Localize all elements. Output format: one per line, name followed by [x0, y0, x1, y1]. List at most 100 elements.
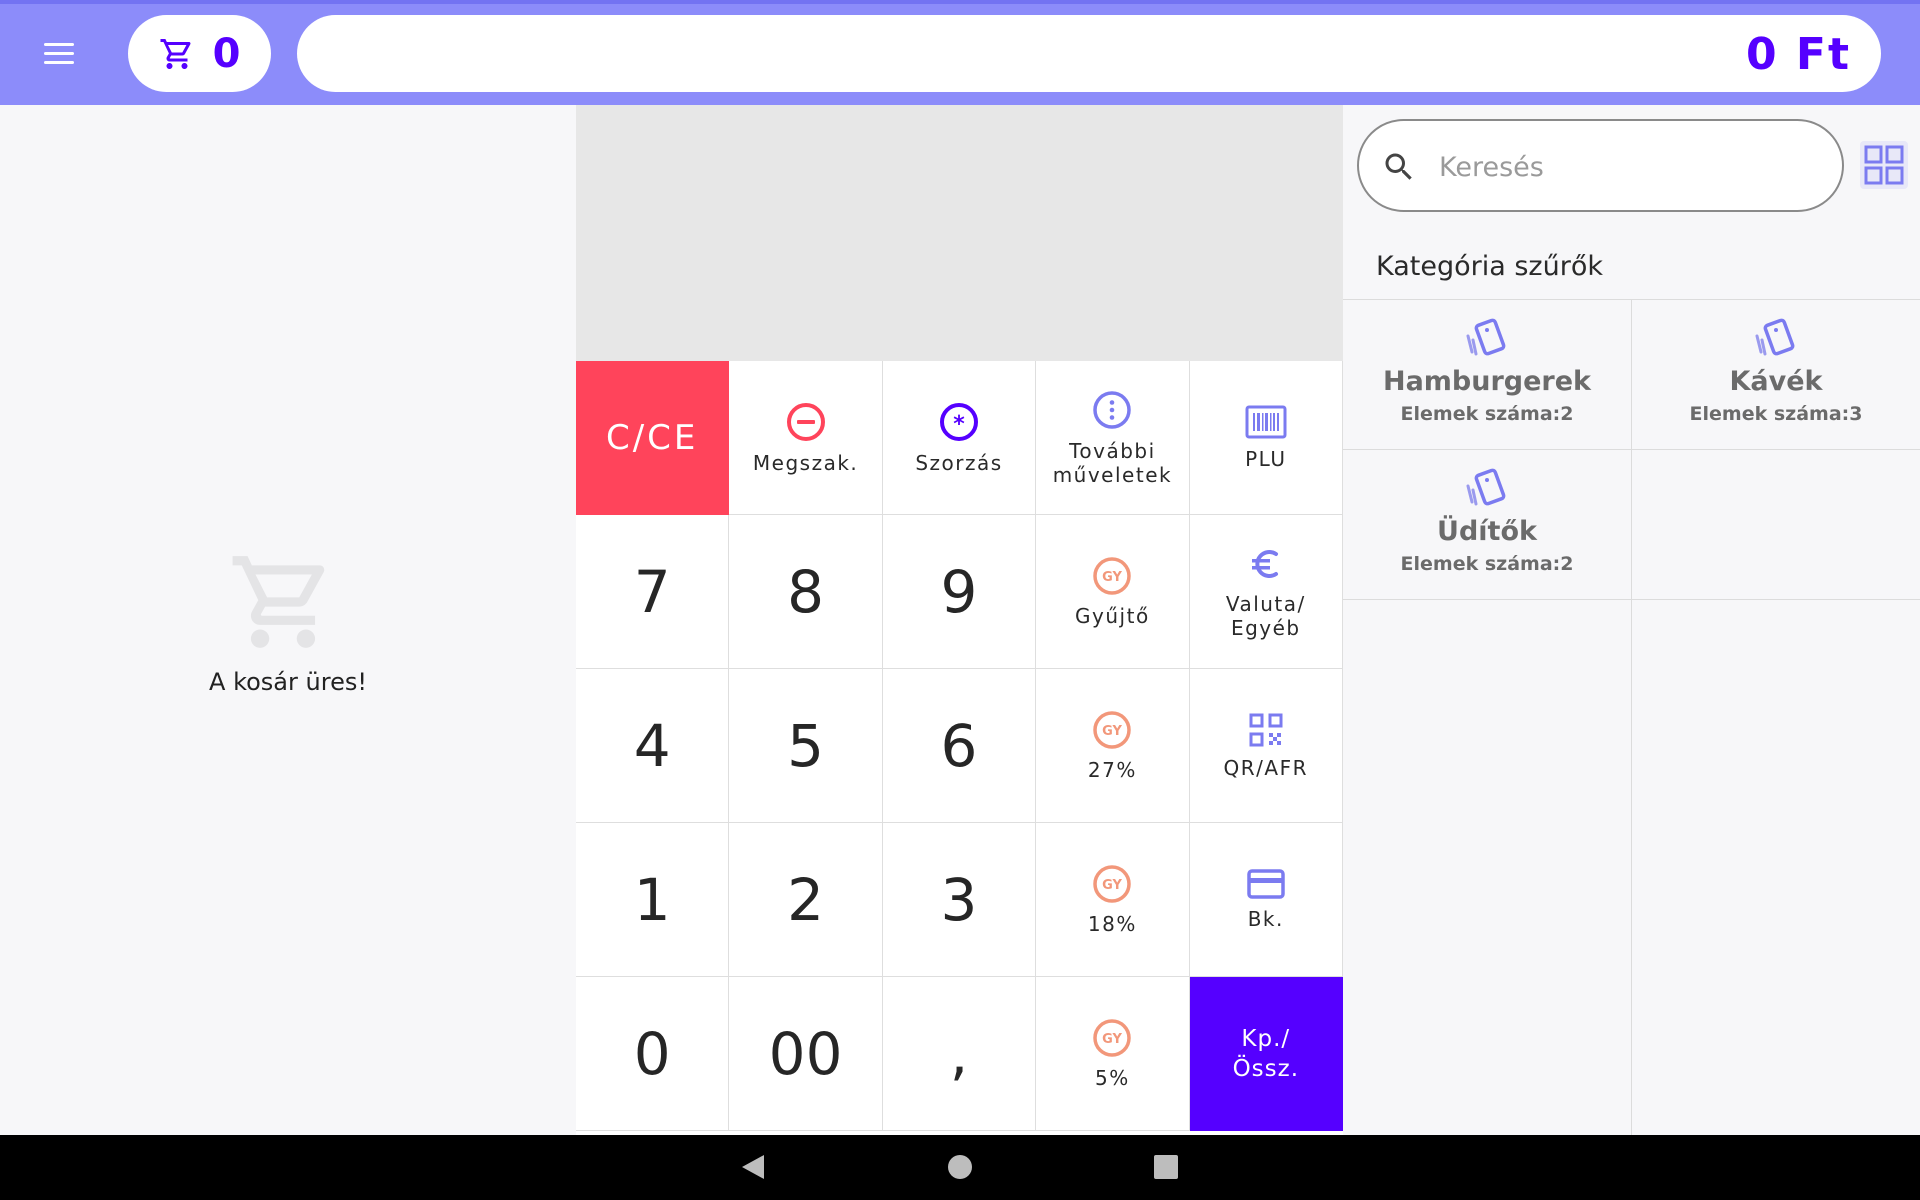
key-00-label: 00 — [768, 1019, 843, 1088]
key-comma[interactable]: , — [882, 977, 1037, 1131]
category-name: Kávék — [1729, 366, 1823, 397]
collector-button[interactable]: GY Gyűjtő — [1036, 515, 1190, 669]
key-6-label: 6 — [940, 711, 978, 780]
clear-label: C/CE — [605, 417, 699, 458]
key-4[interactable]: 4 — [576, 669, 730, 823]
more-vertical-circle-icon — [1093, 390, 1132, 429]
currency-button[interactable]: Valuta/ Egyéb — [1189, 515, 1343, 669]
category-tile-hamburgerek[interactable]: Hamburgerek Elemek száma:2 — [1343, 300, 1631, 450]
recents-icon[interactable] — [1148, 1149, 1184, 1185]
category-name: Hamburgerek — [1382, 366, 1592, 397]
home-icon[interactable] — [942, 1149, 978, 1185]
back-icon[interactable] — [736, 1149, 772, 1185]
entry-display — [576, 105, 1343, 361]
vat-18-button[interactable]: GY 18% — [1036, 823, 1190, 977]
total-display: 0 Ft — [297, 15, 1881, 92]
cart-panel: A kosár üres! — [0, 105, 576, 1135]
cards-icon — [1755, 318, 1795, 356]
key-00[interactable]: 00 — [729, 977, 883, 1131]
gy-badge-text: GY — [1102, 1032, 1122, 1047]
vat-27-label: 27% — [1087, 757, 1137, 782]
cancel-button[interactable]: Megszak. — [729, 361, 883, 515]
menu-button[interactable] — [38, 34, 78, 74]
collector-label: Gyűjtő — [1075, 603, 1150, 628]
key-7-label: 7 — [633, 557, 671, 626]
clear-button[interactable]: C/CE — [576, 361, 730, 515]
vat-18-label: 18% — [1087, 911, 1137, 936]
gy-badge-icon: GY — [1093, 864, 1132, 903]
menu-icon-line — [44, 43, 74, 46]
category-filters-title: Kategória szűrők — [1376, 251, 1603, 282]
qr-afr-button[interactable]: QR/AFR — [1189, 669, 1343, 823]
card-payment-button[interactable]: Bk. — [1189, 823, 1343, 977]
cash-total-button[interactable]: Kp./ Össz. — [1189, 977, 1343, 1131]
search-box[interactable] — [1357, 119, 1844, 212]
cards-icon — [1466, 318, 1506, 356]
key-8[interactable]: 8 — [729, 515, 883, 669]
currency-label: Valuta/ Egyéb — [1225, 591, 1306, 640]
total-amount: 0 Ft — [1745, 29, 1851, 80]
key-0[interactable]: 0 — [576, 977, 730, 1131]
key-6[interactable]: 6 — [882, 669, 1037, 823]
grid-view-icon[interactable] — [1860, 141, 1908, 189]
asterisk-circle-icon: * — [939, 402, 978, 441]
multiply-button[interactable]: * Szorzás — [882, 361, 1037, 515]
category-tile-kavek[interactable]: Kávék Elemek száma:3 — [1632, 300, 1920, 450]
gy-badge-text: GY — [1102, 570, 1122, 585]
key-8-label: 8 — [787, 557, 825, 626]
key-7[interactable]: 7 — [576, 515, 730, 669]
euro-icon — [1251, 549, 1278, 578]
qr-afr-label: QR/AFR — [1223, 755, 1309, 780]
keypad: C/CE Megszak. * Szorzás További művelete… — [576, 361, 1343, 1135]
more-operations-button[interactable]: További műveletek — [1036, 361, 1190, 515]
system-navigation-bar — [0, 1135, 1920, 1200]
key-1[interactable]: 1 — [576, 823, 730, 977]
top-bar-edge — [0, 0, 1920, 4]
plu-button[interactable]: PLU — [1189, 361, 1343, 515]
minus-circle-icon — [786, 402, 825, 441]
gy-badge-icon: GY — [1093, 556, 1132, 595]
gy-badge-icon: GY — [1093, 1018, 1132, 1057]
key-comma-label: , — [949, 1019, 969, 1088]
barcode-icon — [1245, 405, 1287, 438]
key-9[interactable]: 9 — [882, 515, 1037, 669]
multiply-label: Szorzás — [915, 450, 1003, 475]
menu-icon-line — [44, 52, 74, 55]
gy-badge-icon: GY — [1093, 710, 1132, 749]
svg-text:*: * — [953, 412, 965, 437]
search-icon — [1385, 153, 1412, 180]
menu-icon-line — [44, 61, 74, 64]
vat-27-button[interactable]: GY 27% — [1036, 669, 1190, 823]
gy-badge-text: GY — [1102, 724, 1122, 739]
category-name: Üdítők — [1437, 516, 1537, 547]
plu-label: PLU — [1245, 446, 1287, 471]
key-5[interactable]: 5 — [729, 669, 883, 823]
credit-card-icon — [1247, 868, 1285, 899]
empty-cart-icon — [232, 556, 325, 648]
key-9-label: 9 — [940, 557, 978, 626]
qr-code-icon — [1249, 713, 1283, 746]
cart-icon — [160, 38, 191, 69]
gy-badge-text: GY — [1102, 878, 1122, 893]
empty-cart-message: A kosár üres! — [209, 668, 367, 696]
category-tile-uditok[interactable]: Üdítők Elemek száma:2 — [1343, 450, 1631, 600]
search-input[interactable] — [1439, 145, 1819, 189]
cash-total-label: Kp./ Össz. — [1232, 1025, 1300, 1082]
key-3-label: 3 — [940, 865, 978, 934]
card-payment-label: Bk. — [1247, 906, 1284, 931]
vat-5-button[interactable]: GY 5% — [1036, 977, 1190, 1131]
key-5-label: 5 — [787, 711, 825, 780]
category-count: Elemek száma:3 — [1689, 403, 1863, 425]
key-0-label: 0 — [633, 1019, 671, 1088]
cards-icon — [1466, 468, 1506, 506]
category-tile-empty — [1632, 450, 1920, 600]
category-count: Elemek száma:2 — [1400, 403, 1574, 425]
key-1-label: 1 — [633, 865, 671, 934]
key-2[interactable]: 2 — [729, 823, 883, 977]
top-bar: 0 0 Ft — [0, 0, 1920, 105]
key-4-label: 4 — [633, 711, 671, 780]
cancel-label: Megszak. — [752, 450, 859, 475]
category-count: Elemek száma:2 — [1400, 553, 1574, 575]
key-3[interactable]: 3 — [882, 823, 1037, 977]
cart-count-button[interactable]: 0 — [128, 15, 271, 92]
